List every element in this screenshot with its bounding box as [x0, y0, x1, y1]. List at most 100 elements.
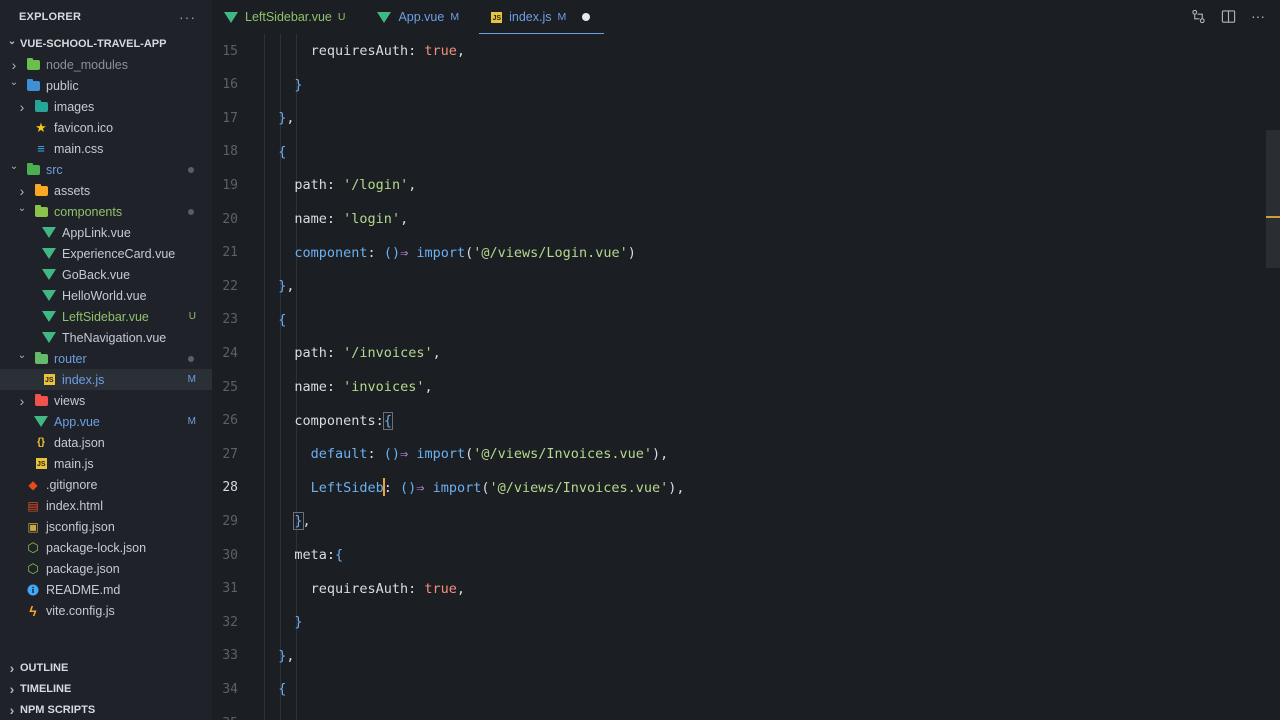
tab-status-badge: U [337, 11, 346, 23]
chevron-right-icon [16, 393, 28, 409]
code-token: default [310, 446, 368, 463]
file-item[interactable]: LeftSidebar.vue U [0, 306, 212, 327]
folder-item[interactable]: node_modules [0, 54, 212, 75]
file-item[interactable]: ϟ vite.config.js [0, 600, 212, 621]
text-cursor [382, 477, 385, 496]
section-timeline[interactable]: TIMELINE [0, 678, 212, 699]
folder-item[interactable]: router [0, 348, 212, 369]
tree-item-label: TheNavigation.vue [62, 330, 167, 345]
css-file-icon: ≡ [37, 141, 45, 156]
code-line[interactable]: 30 meta:{ [212, 538, 1280, 572]
editor-more-icon[interactable]: ··· [1250, 8, 1266, 24]
code-editor[interactable]: 15 requiresAuth: true, 16} 17}, 18{19 path: '… [212, 34, 1280, 720]
folder-item[interactable]: components [0, 201, 212, 222]
tab-status-badge: M [557, 11, 567, 23]
section-npm-scripts[interactable]: NPM SCRIPTS [0, 699, 212, 720]
git-status-badge: M [187, 416, 196, 427]
tab-index-js[interactable]: JS index.js M [479, 0, 605, 34]
unsaved-dot-icon[interactable] [582, 13, 591, 21]
code-line[interactable]: 35 [212, 706, 1280, 720]
file-item[interactable]: ⬡ package-lock.json [0, 537, 212, 558]
vue-file-icon [34, 415, 48, 429]
file-item[interactable]: ◆ .gitignore [0, 474, 212, 495]
tree-item-label: src [46, 162, 63, 177]
editor-actions: ··· [1190, 8, 1266, 24]
file-item[interactable]: HelloWorld.vue [0, 285, 212, 306]
code-token: 'invoices' [343, 379, 425, 395]
file-item[interactable]: README.md [0, 579, 212, 600]
file-item[interactable]: App.vue M [0, 411, 212, 432]
folder-item[interactable]: images [0, 96, 212, 117]
line-number: 16 [222, 77, 238, 93]
vue-file-icon [224, 11, 238, 23]
file-item[interactable]: JS main.js [0, 453, 212, 474]
line-number: 23 [222, 312, 238, 328]
code-line[interactable]: 29}, [212, 504, 1280, 538]
code-token: true [424, 43, 457, 59]
code-line[interactable]: 16} [212, 68, 1280, 102]
file-item[interactable]: ⬡ package.json [0, 558, 212, 579]
folder-item[interactable]: public [0, 75, 212, 96]
file-item[interactable]: ExperienceCard.vue [0, 243, 212, 264]
code-line[interactable]: 27 default: ()⇒ import('@/views/Invoices.… [212, 437, 1280, 471]
folder-item[interactable]: views [0, 390, 212, 411]
code-line[interactable]: 20 name: 'login', [212, 202, 1280, 236]
tree-item-label: App.vue [54, 414, 100, 429]
file-item[interactable]: ▣ jsconfig.json [0, 516, 212, 537]
tree-item-label: assets [54, 183, 91, 198]
file-item[interactable]: JS index.js M [0, 369, 212, 390]
chevron-right-icon [6, 702, 18, 718]
tree-item-label: HelloWorld.vue [62, 288, 147, 303]
code-token: : [326, 177, 344, 194]
file-item[interactable]: GoBack.vue [0, 264, 212, 285]
code-line[interactable]: 21 component: ()⇒ import('@/views/Login.v… [212, 236, 1280, 270]
compare-changes-icon[interactable] [1190, 8, 1206, 24]
modified-dot [188, 208, 194, 215]
code-line[interactable]: 23 { [212, 303, 1280, 337]
split-editor-icon[interactable] [1220, 8, 1236, 24]
code-line[interactable]: 17}, [212, 101, 1280, 135]
tab-leftsidebar-vue[interactable]: LeftSidebar.vue U [212, 0, 365, 34]
file-item[interactable]: ★ favicon.ico [0, 117, 212, 138]
project-root[interactable]: VUE-SCHOOL-TRAVEL-APP [0, 34, 212, 54]
tree-item-label: index.js [62, 372, 105, 387]
code-token: } [294, 614, 303, 631]
code-line[interactable]: 25 name: 'invoices', [212, 370, 1280, 404]
tab-app-vue[interactable]: App.vue M [365, 0, 479, 34]
tab-label: LeftSidebar.vue [245, 10, 332, 24]
code-line[interactable]: 34 { [212, 672, 1280, 706]
code-line[interactable]: 26 components:{ [212, 404, 1280, 438]
file-item[interactable]: {} data.json [0, 432, 212, 453]
chevron-down-icon [16, 353, 28, 364]
folder-item[interactable]: assets [0, 180, 212, 201]
folder-icon [26, 162, 40, 177]
code-line[interactable]: 15 requiresAuth: true, [212, 34, 1280, 68]
vue-file-icon [42, 226, 56, 240]
tree-item-label: images [54, 99, 95, 114]
code-line[interactable]: 28 LeftSideb: ()⇒ import('@/views/Invoice… [212, 471, 1280, 505]
chevron-right-icon [8, 57, 20, 73]
code-line[interactable]: 18 { [212, 135, 1280, 169]
code-line[interactable]: 32} [212, 605, 1280, 639]
code-line[interactable]: 33}, [212, 639, 1280, 673]
vertical-scrollbar[interactable] [1266, 130, 1280, 268]
folder-item[interactable]: src [0, 159, 212, 180]
file-item[interactable]: ▤ index.html [0, 495, 212, 516]
code-line[interactable]: 31 requiresAuth: true, [212, 572, 1280, 606]
file-item[interactable]: AppLink.vue [0, 222, 212, 243]
code-token: : [375, 412, 384, 429]
more-actions-icon[interactable]: ··· [179, 9, 196, 25]
section-outline[interactable]: OUTLINE [0, 657, 212, 678]
code-line[interactable]: 22}, [212, 269, 1280, 303]
line-number: 31 [222, 581, 238, 597]
code-token: name [294, 379, 327, 395]
code-line[interactable]: 19 path: '/login', [212, 168, 1280, 202]
code-line[interactable]: 24 path: '/invoices', [212, 336, 1280, 370]
code-token: ⇒ [400, 446, 409, 463]
file-item[interactable]: ≡ main.css [0, 138, 212, 159]
chevron-down-icon [16, 206, 28, 217]
code-token: } [294, 76, 303, 93]
file-item[interactable]: TheNavigation.vue [0, 327, 212, 348]
line-number: 17 [222, 110, 238, 126]
